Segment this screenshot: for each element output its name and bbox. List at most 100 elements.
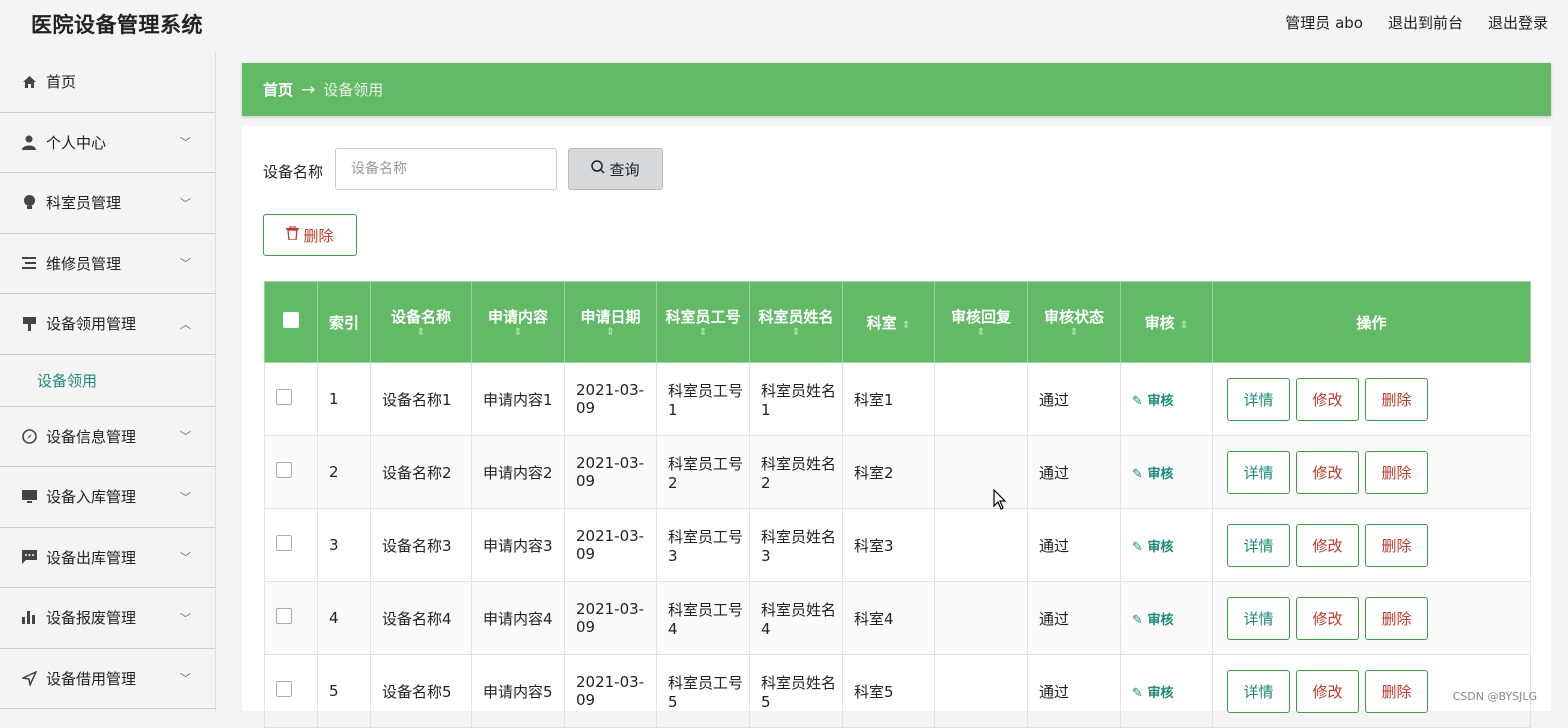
sidebar-item-scrap[interactable]: 设备报废管理 ﹀ [0,588,215,649]
edit-pen-icon: ✎ [1132,612,1143,628]
col-reply[interactable]: 审核回复 ⇕ [934,281,1028,363]
cell-index: 5 [317,654,371,728]
sort-icon[interactable]: ⇕ [476,327,560,338]
detail-button[interactable]: 详情 [1227,596,1290,640]
row-checkbox[interactable] [264,654,318,728]
edit-button[interactable]: 修改 [1296,596,1359,640]
sort-icon[interactable]: ⇕ [569,327,652,338]
delete-button[interactable]: 删除 [1365,523,1428,567]
chevron-up-icon: ︿ [180,317,191,331]
delete-button[interactable]: 删除 [1365,596,1428,640]
sort-icon[interactable]: ⇕ [661,327,745,338]
cell-actions: 详情 修改 删除 [1212,362,1531,436]
cell-reply [934,435,1028,509]
edit-pen-icon: ✎ [1132,466,1143,482]
cell-name: 设备名称3 [370,508,472,582]
edit-button[interactable]: 修改 [1296,669,1359,713]
sidebar-item-repairer[interactable]: 维修员管理 ﹀ [0,234,215,294]
sidebar-item-label: 设备出库管理 [46,548,137,567]
row-checkbox[interactable] [264,581,318,655]
breadcrumb-home[interactable]: 首页 [263,79,293,100]
stamp-icon [20,315,38,333]
audit-link[interactable]: ✎ 审核 [1132,467,1173,482]
cell-actions: 详情 修改 删除 [1212,508,1531,582]
row-checkbox[interactable] [264,508,318,582]
sidebar-item-stock-in[interactable]: 设备入库管理 ﹀ [0,467,215,528]
cell-audit[interactable]: ✎ 审核 [1120,508,1213,582]
sidebar-item-borrow[interactable]: 设备借用管理 ﹀ [0,649,215,709]
table-row: 1 设备名称1 申请内容1 2021-03-09 科室员工号1 科室员姓名1 科室1 通过 ✎ … [264,362,1531,436]
sort-icon[interactable]: ⇕ [939,327,1023,338]
delete-button[interactable]: 删除 [1365,377,1428,421]
cell-reply [934,362,1028,436]
sidebar-subitem-label: 设备领用 [37,371,98,390]
delete-button[interactable]: 删除 [1365,669,1428,713]
detail-button[interactable]: 详情 [1227,669,1290,713]
sidebar-item-label: 设备入库管理 [46,488,137,507]
sidebar-item-equipment-requisition[interactable]: 设备领用管理 ︿ [0,294,215,355]
sidebar-item-home[interactable]: 首页 [0,52,215,113]
search-icon [591,160,606,178]
row-checkbox[interactable] [264,362,318,436]
cell-emp_no: 科室员工号5 [656,654,750,728]
search-input[interactable] [335,148,557,190]
row-checkbox[interactable] [264,435,318,509]
col-actions: 操作 [1212,281,1531,363]
sort-icon[interactable]: ⇕ [754,327,838,338]
col-emp-name[interactable]: 科室员姓名 ⇕ [749,281,843,363]
cell-audit[interactable]: ✎ 审核 [1120,654,1213,728]
edit-pen-icon: ✎ [1132,685,1143,701]
col-emp-no[interactable]: 科室员工号 ⇕ [656,281,750,363]
sidebar-item-staff[interactable]: 科室员管理 ﹀ [0,173,215,234]
cell-dept: 科室2 [842,435,935,509]
col-status[interactable]: 审核状态 ⇕ [1027,281,1121,363]
cell-name: 设备名称5 [370,654,472,728]
logout-link[interactable]: 退出登录 [1488,12,1548,33]
edit-button[interactable]: 修改 [1296,450,1359,494]
col-name[interactable]: 设备名称 ⇕ [370,281,472,363]
query-button[interactable]: 查询 [568,148,663,190]
trash-icon [286,225,300,244]
exit-to-front-link[interactable]: 退出到前台 [1388,12,1463,33]
current-user[interactable]: 管理员 abo [1285,12,1363,33]
sort-icon[interactable]: ⇕ [902,320,910,331]
sort-icon[interactable]: ⇕ [1032,327,1116,338]
delete-button[interactable]: 删除 [1365,450,1428,494]
monitor-icon [20,488,38,506]
breadcrumb-current: 设备领用 [323,81,384,99]
cell-content: 申请内容1 [471,362,565,436]
sidebar-subitem-requisition[interactable]: 设备领用 [0,355,215,407]
bulb-icon [20,194,38,212]
edit-button[interactable]: 修改 [1296,377,1359,421]
sidebar-item-profile[interactable]: 个人中心 ﹀ [0,113,215,173]
cell-audit[interactable]: ✎ 审核 [1120,435,1213,509]
sidebar-item-equipment-info[interactable]: 设备信息管理 ﹀ [0,407,215,467]
sidebar-item-stock-out[interactable]: 设备出库管理 ﹀ [0,528,215,588]
detail-button[interactable]: 详情 [1227,450,1290,494]
audit-link[interactable]: ✎ 审核 [1132,686,1173,701]
audit-link[interactable]: ✎ 审核 [1132,540,1173,555]
col-dept[interactable]: 科室 ⇕ [842,281,935,363]
audit-link[interactable]: ✎ 审核 [1132,613,1173,628]
cell-index: 2 [317,435,371,509]
sort-icon[interactable]: ⇕ [375,327,467,338]
cell-audit[interactable]: ✎ 审核 [1120,362,1213,436]
col-audit[interactable]: 审核 ⇕ [1120,281,1213,363]
cell-dept: 科室4 [842,581,935,655]
col-content[interactable]: 申请内容 ⇕ [471,281,565,363]
detail-button[interactable]: 详情 [1227,377,1290,421]
select-all-checkbox[interactable] [264,281,318,363]
col-date[interactable]: 申请日期 ⇕ [564,281,657,363]
cell-index: 1 [317,362,371,436]
table-header-row: 索引 设备名称 ⇕ 申请内容 ⇕ 申请日期 ⇕ 科室员工号 ⇕ 科室员姓名 ⇕ 科室 ⇕ … [264,281,1531,363]
watermark: CSDN @BYSJLG [1452,690,1537,703]
batch-delete-button[interactable]: 删除 [263,214,357,256]
cell-audit[interactable]: ✎ 审核 [1120,581,1213,655]
sort-icon[interactable]: ⇕ [1180,320,1188,331]
audit-link[interactable]: ✎ 审核 [1132,394,1173,409]
sidebar-item-label: 维修员管理 [46,254,122,273]
cell-dept: 科室1 [842,362,935,436]
detail-button[interactable]: 详情 [1227,523,1290,567]
edit-button[interactable]: 修改 [1296,523,1359,567]
batch-delete-label: 删除 [303,226,334,245]
